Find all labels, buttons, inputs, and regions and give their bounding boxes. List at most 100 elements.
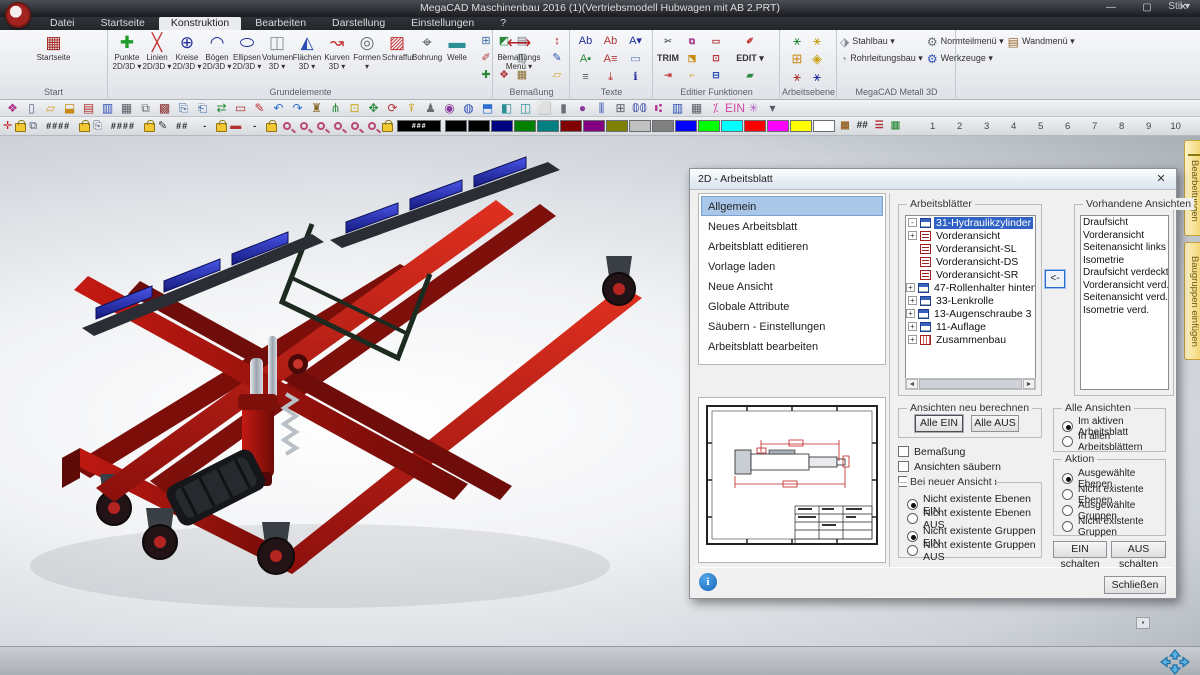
- dialog-title-bar[interactable]: 2D - Arbeitsblatt ✕: [690, 169, 1176, 190]
- grid-icon[interactable]: ▦: [687, 100, 706, 116]
- attribute-colors-icon[interactable]: ❖: [3, 100, 22, 116]
- worksheet-tree[interactable]: - 31-Hydraulikzylinder + Vorderansicht: [905, 215, 1036, 389]
- list-edit-icon[interactable]: ⊟: [704, 67, 728, 84]
- plane-face-icon[interactable]: ◈: [807, 51, 827, 69]
- ein-schalten-button[interactable]: EIN schalten: [1053, 541, 1107, 558]
- print-icon[interactable]: ▦: [117, 100, 136, 116]
- dialog-nav-item[interactable]: Säubern - Einstellungen: [701, 316, 883, 336]
- color-swatch[interactable]: [583, 120, 605, 132]
- snap-point-icon[interactable]: ✛: [3, 119, 12, 133]
- radio-button[interactable]: [907, 499, 918, 510]
- view-number-button[interactable]: 3: [973, 121, 1000, 132]
- tree-item[interactable]: Vorderansicht-SR: [906, 268, 1035, 281]
- save-icon[interactable]: ▤: [79, 100, 98, 116]
- copy-group-icon[interactable]: ⧉: [680, 33, 704, 50]
- solid-icon[interactable]: ⬒: [478, 100, 497, 116]
- view-list-item[interactable]: Vorderansicht: [1083, 230, 1168, 243]
- structure-icon[interactable]: ⫼: [592, 100, 611, 116]
- layer-lock-icon[interactable]: [15, 123, 26, 132]
- tree-expander[interactable]: +: [908, 335, 917, 344]
- more-icon[interactable]: ▾: [763, 100, 782, 116]
- undo-icon[interactable]: ↶: [269, 100, 288, 116]
- text-line-icon[interactable]: A≡: [598, 51, 623, 69]
- tree-item[interactable]: + Vorderansicht: [906, 229, 1035, 242]
- binocular-icon[interactable]: 𝟘𝟘: [630, 100, 649, 116]
- ellipsen-button[interactable]: ⬭ Ellipsen 2D/3D ▾: [232, 32, 262, 84]
- stahlbau-menu[interactable]: ⬗ Stahlbau ▾: [840, 33, 923, 50]
- wire-icon[interactable]: ◫: [516, 100, 535, 116]
- text-info-icon[interactable]: ℹ: [623, 69, 648, 87]
- text-leader-icon[interactable]: ⤓: [598, 69, 623, 87]
- radio-button[interactable]: [1062, 521, 1073, 532]
- tree-expander[interactable]: -: [908, 218, 917, 227]
- pen-minus[interactable]: -: [197, 121, 213, 131]
- dialog-nav-item[interactable]: Neues Arbeitsblatt: [701, 216, 883, 236]
- erase-icon[interactable]: ✐: [728, 33, 772, 50]
- redline-icon[interactable]: ✎: [250, 100, 269, 116]
- transfer-view-button[interactable]: <-: [1045, 270, 1065, 288]
- dim-folder-icon[interactable]: ▱: [546, 67, 568, 84]
- menu-item[interactable]: Konstruktion: [159, 17, 241, 30]
- welle-button[interactable]: ▬ Welle: [442, 32, 472, 84]
- color-swatch[interactable]: [652, 120, 674, 132]
- copy-plus-icon[interactable]: ⬔: [680, 50, 704, 67]
- 3d-sketch-icon[interactable]: ✐: [477, 50, 495, 67]
- shade-icon[interactable]: ◧: [497, 100, 516, 116]
- color-swatch[interactable]: [813, 120, 835, 132]
- group-manager-icon[interactable]: ⎘: [93, 119, 102, 133]
- dialog-nav-item[interactable]: Globale Attribute: [701, 296, 883, 316]
- radio-button[interactable]: [907, 513, 918, 524]
- person-icon[interactable]: ♟: [421, 100, 440, 116]
- zoom-window-icon[interactable]: [317, 122, 325, 130]
- checkbox-bemassung[interactable]: Bemaßung: [898, 445, 965, 458]
- view-number-button[interactable]: 10: [1162, 121, 1189, 132]
- window-new-icon[interactable]: ⊞: [611, 100, 630, 116]
- cylinder-icon[interactable]: ▮: [554, 100, 573, 116]
- wand-menu[interactable]: ▤ Wandmenü ▾: [1008, 33, 1075, 50]
- color-swatch[interactable]: [767, 120, 789, 132]
- edit-menu-button[interactable]: EDIT ▾: [728, 50, 772, 67]
- menu-item[interactable]: ?: [488, 17, 518, 30]
- tree-expander[interactable]: +: [908, 296, 917, 305]
- pen-bars-icon[interactable]: ▥: [889, 119, 902, 133]
- view-number-button[interactable]: 2: [946, 121, 973, 132]
- radio-alle-arbeitsblaetter[interactable]: In allen Arbeitsblättern: [1062, 435, 1165, 448]
- view-list-item[interactable]: Vorderansicht verd.: [1083, 280, 1168, 293]
- paste-icon[interactable]: ⎗: [193, 100, 212, 116]
- color-swatch[interactable]: [445, 120, 467, 132]
- globe-icon[interactable]: ◍: [459, 100, 478, 116]
- text-edit-icon[interactable]: Ab: [598, 33, 623, 51]
- normteil-menu[interactable]: ⚙ Normteilmenü ▾: [927, 33, 1004, 50]
- viewport-options-button[interactable]: ▪: [1136, 617, 1150, 629]
- tree-expander[interactable]: +: [908, 231, 917, 240]
- alle-aus-button[interactable]: Alle AUS: [971, 415, 1019, 432]
- radio-button[interactable]: [1062, 473, 1073, 484]
- tree-item[interactable]: - 31-Hydraulikzylinder: [906, 216, 1035, 229]
- view-list-item[interactable]: Seitenansicht links: [1083, 242, 1168, 255]
- tree-item[interactable]: Vorderansicht-DS: [906, 255, 1035, 268]
- volumen-button[interactable]: ◫ Volumen 3D ▾: [262, 32, 292, 84]
- stamp-icon[interactable]: ♜: [307, 100, 326, 116]
- group-lock-icon[interactable]: [79, 123, 90, 132]
- view-list-item[interactable]: Draufsicht verdeckt: [1083, 267, 1168, 280]
- layer-on-icon[interactable]: EIN: [725, 100, 744, 116]
- werkzeuge-menu[interactable]: ⚙ Werkzeuge ▾: [927, 50, 1004, 67]
- view-number-button[interactable]: 1: [919, 121, 946, 132]
- send-icon[interactable]: ▭: [704, 33, 728, 50]
- dim-edit-icon[interactable]: ✎: [546, 50, 568, 67]
- texture-icon[interactable]: ▦: [838, 119, 851, 133]
- extend-icon[interactable]: ⇥: [656, 67, 680, 84]
- color-swatch[interactable]: [537, 120, 559, 132]
- asterisk-icon[interactable]: ✳: [744, 100, 763, 116]
- group-name-field[interactable]: ####: [105, 121, 141, 131]
- dim-vertical-icon[interactable]: ↕: [546, 33, 568, 50]
- radio-button[interactable]: [907, 545, 918, 556]
- color-swatch[interactable]: [629, 120, 651, 132]
- formen-button[interactable]: ◎ Formen ▾: [352, 32, 382, 84]
- color-edit-icon[interactable]: ▰: [728, 67, 772, 84]
- view-number-button[interactable]: 8: [1108, 121, 1135, 132]
- layer-manager-icon[interactable]: ⧉: [29, 119, 37, 133]
- mail-icon[interactable]: ▭: [231, 100, 250, 116]
- radio-nicht-existente-gruppen[interactable]: Nicht existente Gruppen: [1062, 520, 1165, 533]
- bohrung-button[interactable]: ⌖ Bohrung: [412, 32, 442, 84]
